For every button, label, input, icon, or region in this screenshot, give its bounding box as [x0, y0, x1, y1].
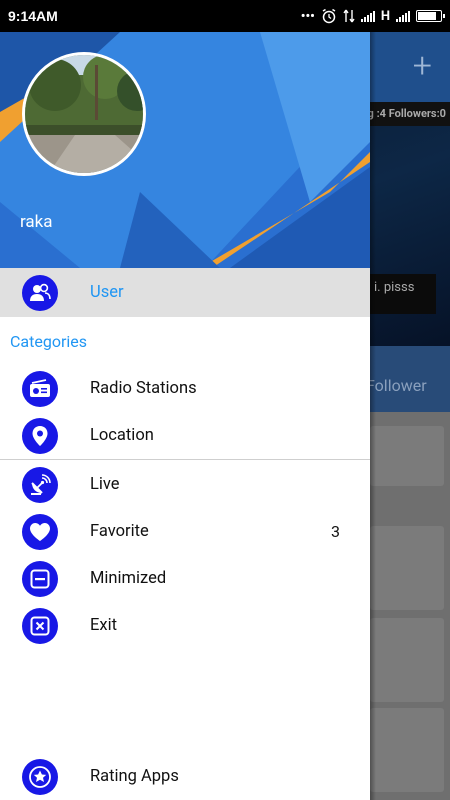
menu-item-radio-stations[interactable]: Radio Stations	[0, 365, 370, 412]
avatar[interactable]	[22, 52, 146, 176]
list-item[interactable]	[370, 426, 444, 486]
signal-icon-2	[396, 10, 410, 22]
list-item[interactable]	[370, 618, 444, 702]
location-pin-icon	[22, 417, 58, 454]
heart-icon	[22, 513, 58, 550]
menu-label: Exit	[90, 616, 117, 635]
clock: 9:14AM	[8, 8, 58, 24]
add-icon[interactable]: +	[413, 46, 432, 86]
menu-item-location[interactable]: Location	[0, 412, 370, 459]
star-icon	[22, 758, 58, 795]
drawer-shadow	[370, 32, 376, 800]
menu-label: Favorite	[90, 522, 149, 541]
status-bar: 9:14AM ••• H	[0, 0, 450, 32]
list-item[interactable]	[370, 526, 444, 610]
menu-item-minimized[interactable]: Minimized	[0, 555, 370, 602]
minimize-icon	[22, 560, 58, 597]
list-item[interactable]	[370, 708, 444, 792]
battery-icon	[416, 10, 445, 22]
satellite-dish-icon	[22, 466, 58, 503]
menu-label: Live	[90, 475, 120, 494]
network-type: H	[380, 8, 390, 24]
signal-icon	[360, 10, 375, 22]
drawer-header: raka	[0, 32, 370, 268]
menu-label: Minimized	[90, 569, 167, 588]
menu-item-user[interactable]: User	[0, 268, 370, 317]
menu-item-live[interactable]: Live	[0, 461, 370, 508]
menu-label: User	[90, 283, 124, 302]
close-box-icon	[22, 607, 58, 644]
menu-item-rating-apps[interactable]: Rating Apps	[0, 753, 370, 800]
menu-label: Radio Stations	[90, 379, 197, 398]
data-arrows-icon	[343, 9, 355, 23]
navigation-drawer: raka User Categories Radio Stations Loca…	[0, 32, 370, 800]
user-icon	[22, 274, 58, 311]
user-name: raka	[20, 212, 53, 232]
favorite-count-badge: 3	[331, 522, 340, 541]
divider	[0, 459, 370, 460]
dots-icon: •••	[300, 8, 315, 24]
menu-item-favorite[interactable]: Favorite 3	[0, 508, 370, 555]
menu-item-exit[interactable]: Exit	[0, 602, 370, 649]
menu-label: Rating Apps	[90, 767, 179, 786]
menu-label: Location	[90, 426, 154, 445]
background-caption: i. pisss	[370, 274, 436, 314]
radio-icon	[22, 370, 58, 407]
section-title-categories: Categories	[10, 332, 87, 351]
alarm-icon	[322, 8, 336, 24]
